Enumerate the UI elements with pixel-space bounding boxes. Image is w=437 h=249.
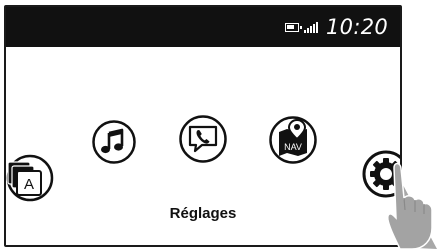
apps-stack-icon[interactable]: A: [4, 152, 56, 204]
infotainment-screen: 10:20 A NAV Réglages: [4, 5, 402, 247]
battery-icon: [285, 23, 302, 32]
pointing-hand-icon: [387, 162, 437, 249]
clock: 10:20: [326, 15, 389, 39]
status-bar: 10:20: [6, 7, 400, 47]
nav-label: NAV: [284, 142, 302, 152]
apps-letter: A: [24, 176, 34, 193]
phone-bubble-icon[interactable]: [178, 114, 228, 164]
selected-app-label: Réglages: [169, 205, 237, 222]
music-note-icon[interactable]: [91, 119, 137, 165]
signal-bars-icon: [304, 20, 322, 33]
navigation-map-icon[interactable]: NAV: [268, 115, 318, 165]
